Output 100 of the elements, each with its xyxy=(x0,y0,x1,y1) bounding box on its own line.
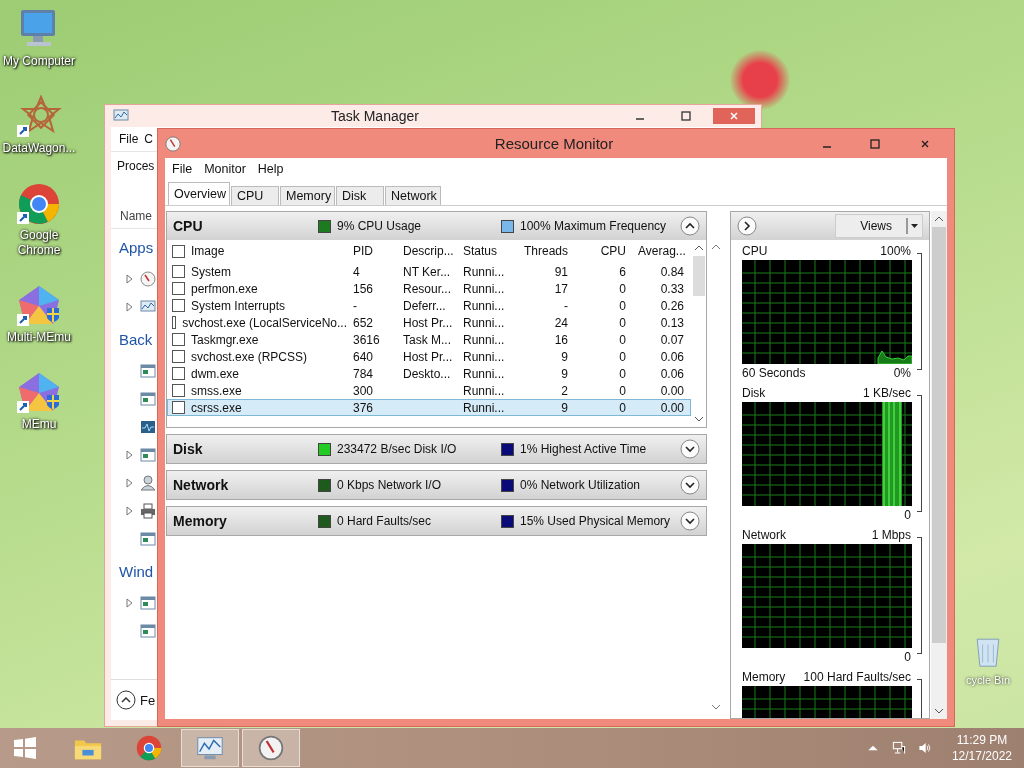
taskbar-button[interactable] xyxy=(242,729,300,767)
scroll-down-icon[interactable] xyxy=(934,708,944,714)
tab[interactable]: Memory xyxy=(280,186,335,205)
expand-arrow-icon[interactable] xyxy=(126,302,134,312)
scroll-up-icon[interactable] xyxy=(934,216,944,222)
expand-arrow-icon[interactable] xyxy=(126,506,134,516)
menu-item[interactable]: File xyxy=(119,132,139,146)
window-title: Task Manager xyxy=(330,108,420,124)
column-header[interactable]: Name xyxy=(120,209,152,223)
table-row[interactable]: smss.exe 300 Runni... 2 0 0.00 xyxy=(167,382,691,399)
column-header[interactable]: Descrip... xyxy=(397,244,457,258)
table-row[interactable]: dwm.exe 784 Deskto... Runni... 9 0 0.06 xyxy=(167,365,691,382)
checkbox[interactable] xyxy=(172,282,185,295)
table-cell-text: - xyxy=(563,298,569,313)
column-header[interactable]: Threads xyxy=(517,244,574,258)
close-icon[interactable] xyxy=(713,108,755,124)
scroll-down-icon[interactable] xyxy=(711,704,721,710)
expand-arrow-icon[interactable] xyxy=(126,450,134,460)
section-header[interactable]: Network 0 Kbps Network I/O 0% Network Utilization xyxy=(167,471,706,499)
scroll-up-icon[interactable] xyxy=(711,244,721,250)
collapse-icon[interactable] xyxy=(116,690,136,710)
table-cell-text: 4 xyxy=(352,264,361,279)
taskbar-button[interactable] xyxy=(181,729,239,767)
graph-title: Memory xyxy=(742,670,786,684)
expand-right-icon[interactable] xyxy=(737,216,757,236)
table-row[interactable]: System 4 NT Ker... Runni... 91 6 0.84 xyxy=(167,263,691,280)
column-header[interactable]: Image xyxy=(191,244,225,258)
menu-item[interactable]: File xyxy=(172,162,193,176)
checkbox[interactable] xyxy=(172,367,185,380)
tab[interactable]: Overview xyxy=(168,182,230,205)
table-cell: csrss.exe xyxy=(191,400,242,415)
section-header[interactable]: Disk 233472 B/sec Disk I/O 1% Highest Active Time xyxy=(167,435,706,463)
indicator-label: 0 Hard Faults/sec xyxy=(337,514,432,528)
checkbox[interactable] xyxy=(172,384,185,397)
fewer-details-link[interactable]: Fe xyxy=(140,692,156,708)
checkbox[interactable] xyxy=(172,333,185,346)
table-cell-text: Runni... xyxy=(462,400,506,415)
section-header[interactable]: CPU 9% CPU Usage 100% Maximum Frequency xyxy=(167,212,706,240)
table-row[interactable]: svchost.exe (LocalServiceNo... 652 Host Pr... Runni... 24 0 0.13 xyxy=(167,314,691,331)
table-row[interactable]: svchost.exe (RPCSS) 640 Host Pr... Runni... 9 0 0.06 xyxy=(167,348,691,365)
collapse-icon[interactable] xyxy=(680,216,700,236)
tab[interactable]: Proces xyxy=(115,156,157,176)
expand-arrow-icon[interactable] xyxy=(126,478,134,488)
scroll-down-icon[interactable] xyxy=(693,416,704,422)
expand-icon[interactable] xyxy=(680,439,700,459)
table-cell: System xyxy=(191,264,231,279)
expand-icon[interactable] xyxy=(680,511,700,531)
table-cell-text: 24 xyxy=(553,315,569,330)
gauge-icon xyxy=(140,271,156,287)
printer-icon xyxy=(140,503,156,519)
star-pattern-icon xyxy=(15,95,63,139)
table-cell-text: Runni... xyxy=(462,298,506,313)
scale-min: 0% xyxy=(893,366,911,380)
scale-min: 0 xyxy=(904,650,911,664)
date-text: 12/17/2022 xyxy=(951,748,1012,764)
table-row[interactable]: System Interrupts - Deferr... Runni... - 0 0.26 xyxy=(167,297,691,314)
checkbox[interactable] xyxy=(172,299,185,312)
expand-arrow-icon[interactable] xyxy=(126,274,134,284)
column-header[interactable]: Averag... xyxy=(632,244,690,258)
scale-max: 1 Mbps xyxy=(871,528,911,542)
tab[interactable]: Network xyxy=(385,186,441,205)
scale-max: 1 KB/sec xyxy=(862,386,911,400)
menu-item[interactable]: Help xyxy=(257,162,284,176)
checkbox[interactable] xyxy=(172,316,177,329)
tab[interactable]: Disk xyxy=(336,186,384,205)
scroll-up-icon[interactable] xyxy=(693,245,704,251)
column-header[interactable]: CPU xyxy=(574,244,632,258)
scrollbar[interactable] xyxy=(931,211,947,719)
start-icon[interactable] xyxy=(13,736,37,760)
checkbox[interactable] xyxy=(172,244,185,258)
expand-arrow-icon[interactable] xyxy=(126,598,134,608)
column-header[interactable]: PID xyxy=(347,244,397,258)
table-cell-text: 0.07 xyxy=(659,332,685,347)
table-cell-text: 3616 xyxy=(352,332,381,347)
menu-item[interactable]: Monitor xyxy=(204,162,246,176)
tab[interactable]: CPU xyxy=(231,186,279,205)
window-icon xyxy=(140,447,156,463)
column-header[interactable]: Status xyxy=(457,244,517,258)
checkbox[interactable] xyxy=(172,265,185,278)
table-row[interactable]: perfmon.exe 156 Resour... Runni... 17 0 0.33 xyxy=(167,280,691,297)
speaker-icon[interactable] xyxy=(917,741,932,755)
scrollbar-thumb[interactable] xyxy=(692,256,705,296)
group-heading: Wind xyxy=(119,562,154,580)
section-header[interactable]: Memory 0 Hard Faults/sec 15% Used Physical Memory xyxy=(167,507,706,535)
table-cell-text: 2 xyxy=(560,383,569,398)
table-row[interactable]: Taskmgr.exe 3616 Task M... Runni... 16 0 0.07 xyxy=(167,331,691,348)
table-cell-text: 9 xyxy=(560,400,569,415)
table-cell: Taskmgr.exe xyxy=(191,332,259,347)
network-icon[interactable] xyxy=(891,741,906,755)
checkbox[interactable] xyxy=(172,401,185,414)
clock[interactable]: 11:29 PM 12/17/2022 xyxy=(943,732,1024,764)
scrollbar-thumb[interactable] xyxy=(932,227,946,643)
menu-item[interactable]: C xyxy=(144,132,153,146)
views-dropdown[interactable]: Views xyxy=(835,214,923,238)
expand-icon[interactable] xyxy=(680,475,700,495)
table-cell-text: 0.26 xyxy=(659,298,685,313)
indicator-label: 100% Maximum Frequency xyxy=(520,219,667,233)
selected-row[interactable]: csrss.exe 376 Runni... 9 0 0.00 xyxy=(167,399,691,416)
checkbox[interactable] xyxy=(172,350,185,363)
indicator-label: 233472 B/sec Disk I/O xyxy=(337,442,457,456)
